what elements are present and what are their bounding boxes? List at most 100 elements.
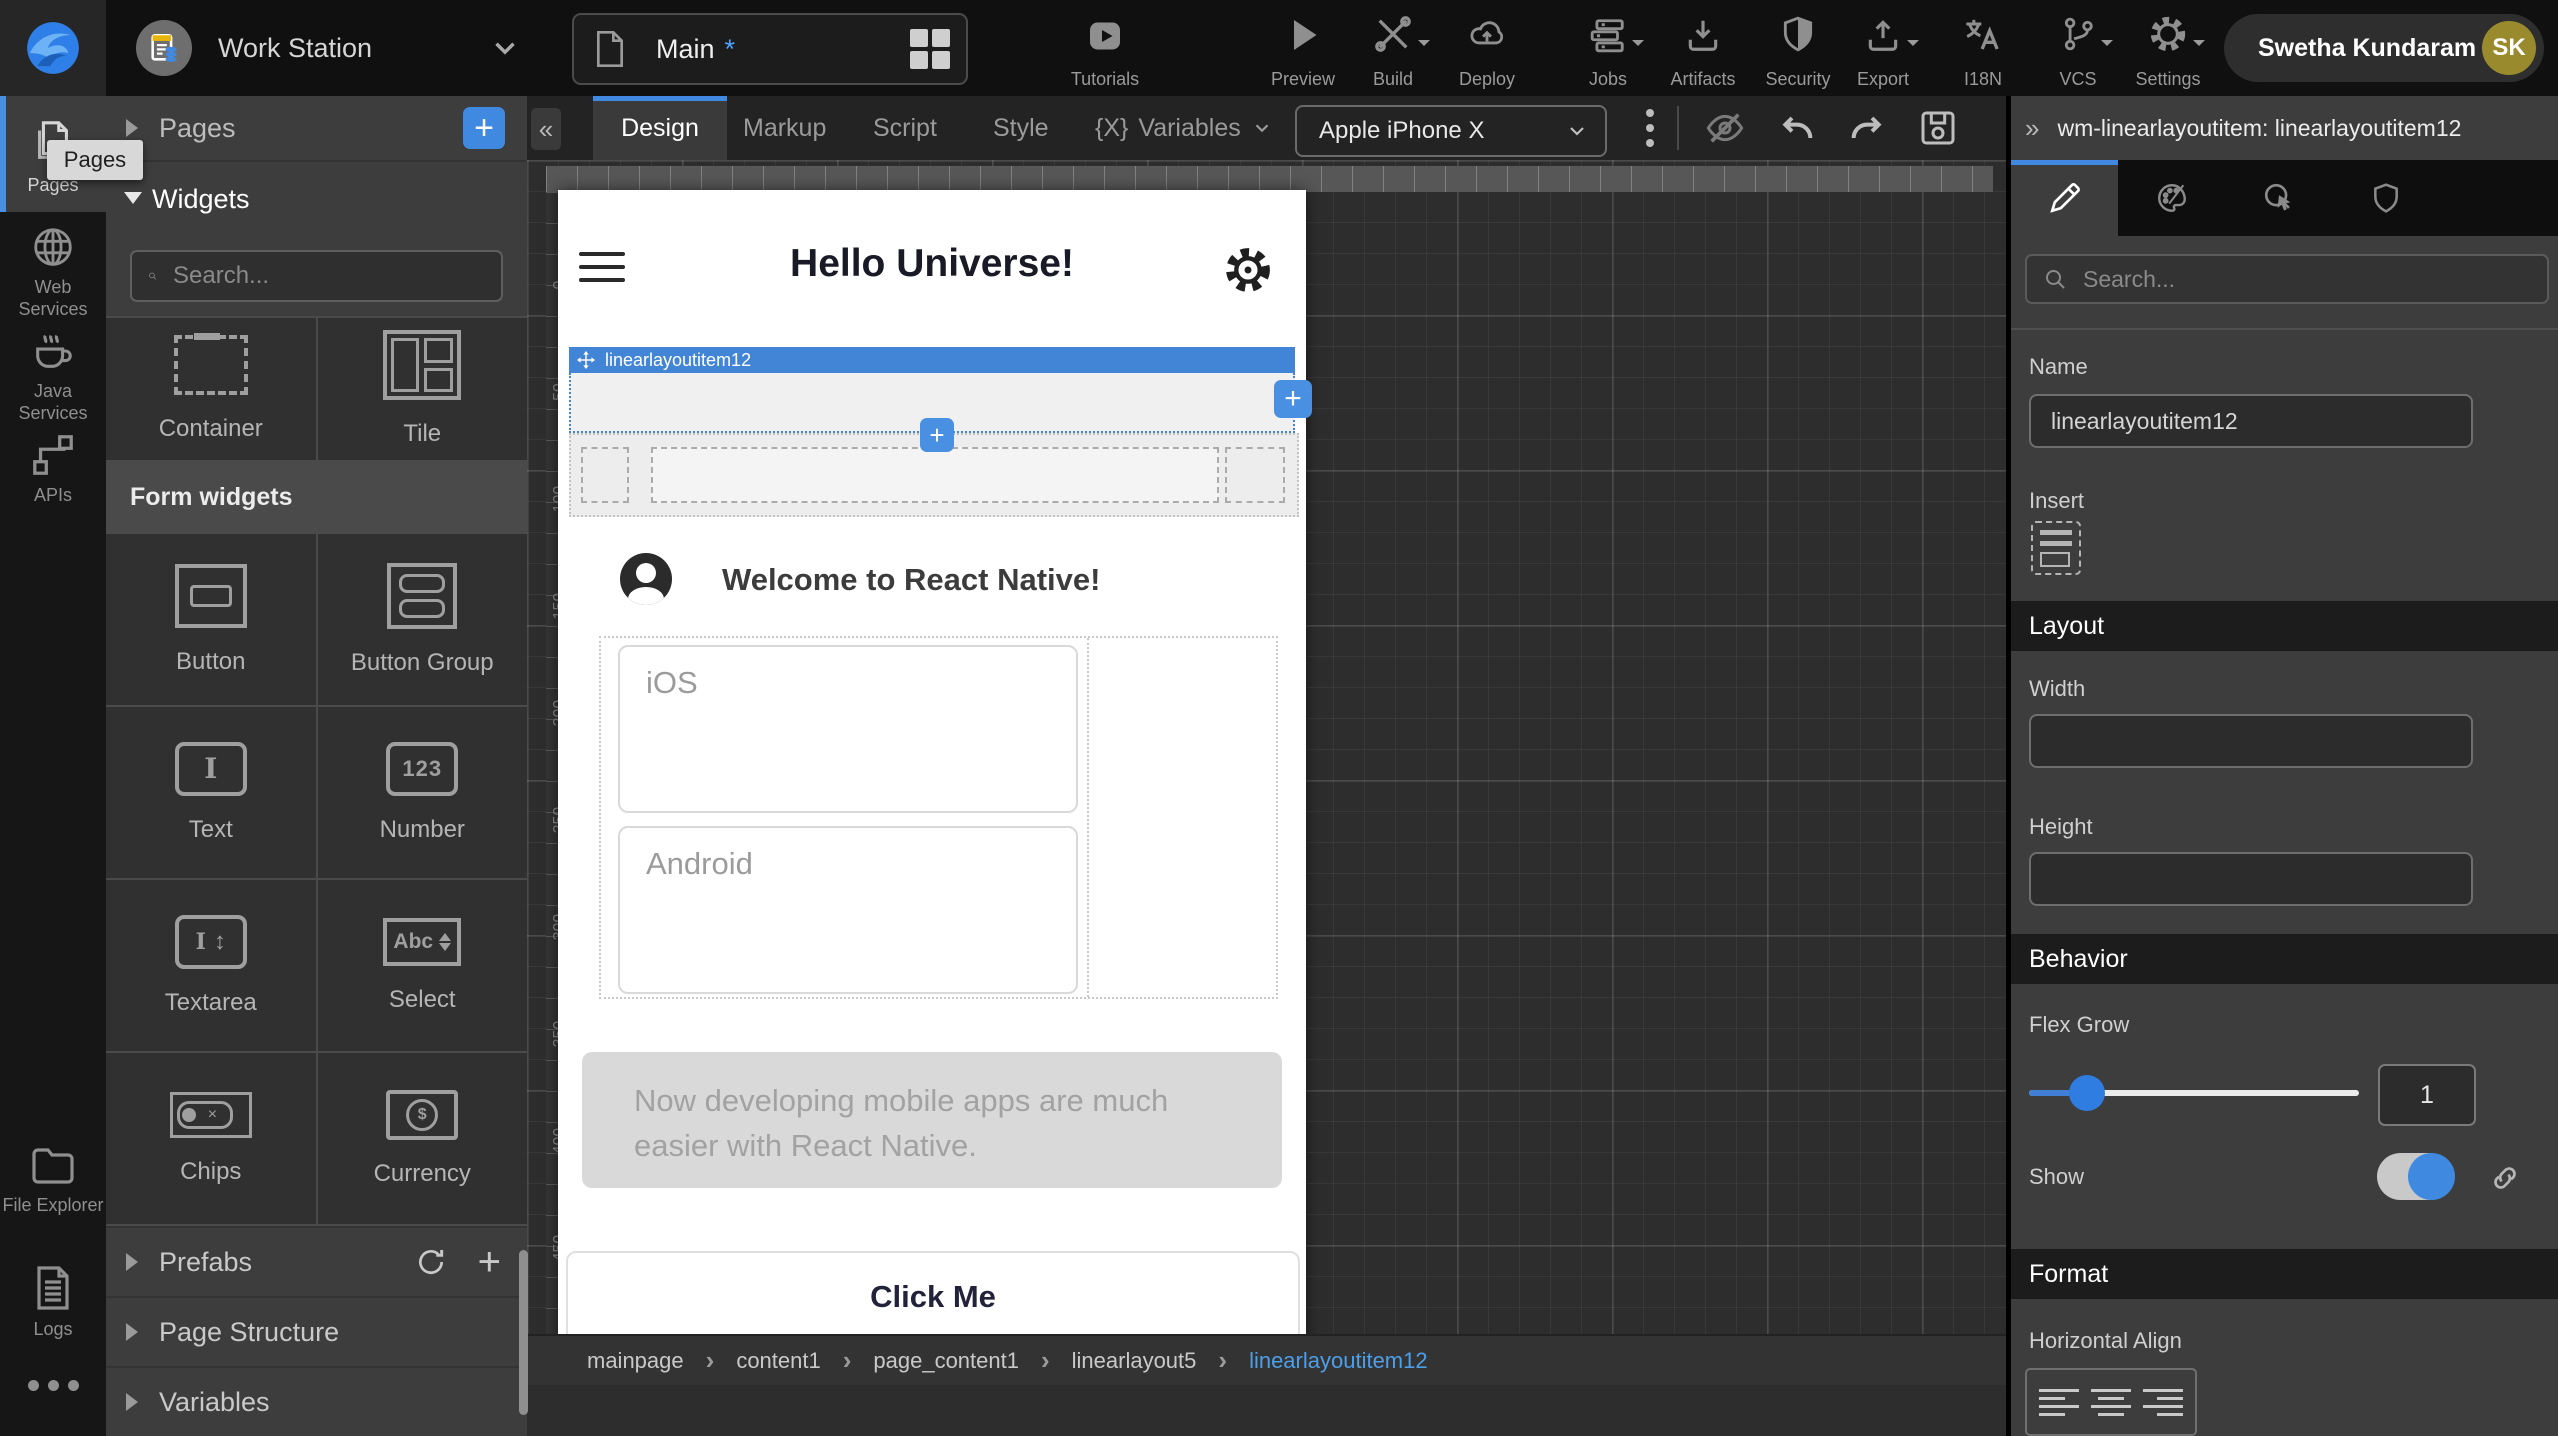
tab-style[interactable]: Style xyxy=(985,96,1057,160)
insert-linearlayout-button[interactable] xyxy=(2031,521,2081,575)
move-icon[interactable] xyxy=(577,351,595,369)
widget-text[interactable]: I Text xyxy=(106,707,316,878)
layout-cell[interactable] xyxy=(651,447,1219,503)
project-name[interactable]: Work Station xyxy=(218,33,372,64)
tab-markup[interactable]: Markup xyxy=(735,96,834,160)
breadcrumb-separator: › xyxy=(843,1345,852,1376)
layout-section-header[interactable]: Layout xyxy=(2011,601,2558,651)
user-avatar-icon xyxy=(620,553,672,605)
tab-variables[interactable]: {X} Variables xyxy=(1087,96,1281,160)
breadcrumb-item-active[interactable]: linearlayoutitem12 xyxy=(1249,1348,1428,1374)
expand-panel-button[interactable]: » xyxy=(2025,113,2039,144)
tab-script[interactable]: Script xyxy=(865,96,945,160)
coffee-icon xyxy=(30,328,76,374)
device-selector[interactable]: Apple iPhone X xyxy=(1295,105,1607,157)
format-section-header[interactable]: Format xyxy=(2011,1249,2558,1299)
width-field[interactable] xyxy=(2029,714,2473,768)
dashboard-grid-icon[interactable] xyxy=(910,29,950,69)
app-gear-icon[interactable] xyxy=(1222,244,1274,296)
widget-button[interactable]: Button xyxy=(106,534,316,705)
settings-button[interactable]: Settings xyxy=(2113,10,2223,90)
hide-widgets-icon[interactable] xyxy=(1703,108,1747,148)
more-actions-button[interactable] xyxy=(1635,108,1665,148)
variables-prefix: {X} xyxy=(1095,114,1128,143)
selection-header[interactable]: linearlayoutitem12 xyxy=(569,347,1295,373)
i18n-button[interactable]: I18N xyxy=(1928,10,2038,90)
add-widget-below-button[interactable]: + xyxy=(920,418,954,452)
redo-icon[interactable] xyxy=(1845,108,1889,148)
property-search[interactable] xyxy=(2025,254,2549,304)
breadcrumb-item[interactable]: content1 xyxy=(736,1348,820,1374)
layout-cell[interactable] xyxy=(581,447,629,503)
breadcrumb-item[interactable]: mainpage xyxy=(587,1348,684,1374)
tab-security[interactable] xyxy=(2332,160,2439,236)
widget-textarea[interactable]: I↕ Textarea xyxy=(106,880,316,1051)
left-rail: Pages Web Services Java Services APIs Fi… xyxy=(0,96,106,1436)
more-options-button[interactable] xyxy=(0,1380,106,1391)
pages-section-header[interactable]: Pages + xyxy=(106,96,527,162)
flex-grow-slider[interactable] xyxy=(2029,1090,2359,1096)
sidebar-item-web-services[interactable]: Web Services xyxy=(0,224,106,320)
sidebar-item-java-services[interactable]: Java Services xyxy=(0,328,106,424)
add-page-button[interactable]: + xyxy=(463,107,505,149)
align-left-button[interactable] xyxy=(2039,1389,2079,1416)
add-prefab-button[interactable]: + xyxy=(478,1242,501,1282)
top-bar: Work Station Main * Tutorials Preview Bu… xyxy=(0,0,2558,96)
deploy-button[interactable]: Deploy xyxy=(1432,10,1542,90)
widget-search-input[interactable] xyxy=(171,261,485,291)
widget-search[interactable] xyxy=(130,250,503,302)
logs-icon xyxy=(31,1264,75,1312)
user-menu[interactable]: Swetha Kundaram SK xyxy=(2224,14,2544,82)
property-search-input[interactable] xyxy=(2081,265,2531,294)
panel-scrollbar[interactable] xyxy=(519,1250,528,1415)
align-right-button[interactable] xyxy=(2143,1389,2183,1416)
sidebar-item-apis[interactable]: APIs xyxy=(0,432,106,506)
widget-chips[interactable]: × Chips xyxy=(106,1053,316,1224)
artifacts-button[interactable]: Artifacts xyxy=(1648,10,1758,90)
widgets-section-header[interactable]: Widgets xyxy=(106,162,527,236)
tab-inspect[interactable] xyxy=(2225,160,2332,236)
layout-cell[interactable] xyxy=(1225,447,1285,503)
widget-number[interactable]: 123 Number xyxy=(318,707,528,878)
tutorials-button[interactable]: Tutorials xyxy=(1050,10,1160,90)
tab-properties[interactable] xyxy=(2011,160,2118,236)
widget-select[interactable]: Abc Select xyxy=(318,880,528,1051)
widget-currency[interactable]: $ Currency xyxy=(318,1053,528,1224)
open-page-tab[interactable]: Main * xyxy=(572,13,968,85)
jobs-button[interactable]: Jobs xyxy=(1553,10,1663,90)
slider-thumb[interactable] xyxy=(2069,1075,2105,1111)
variables-section-header[interactable]: Variables xyxy=(106,1366,527,1436)
align-center-button[interactable] xyxy=(2091,1389,2131,1416)
widget-button-group[interactable]: Button Group xyxy=(318,534,528,705)
ios-box[interactable]: iOS xyxy=(618,645,1078,813)
widget-tile[interactable]: Tile xyxy=(318,318,528,460)
sidebar-item-logs[interactable]: Logs xyxy=(0,1264,106,1340)
height-field[interactable] xyxy=(2029,852,2473,906)
name-field[interactable] xyxy=(2029,394,2473,448)
add-widget-right-button[interactable]: + xyxy=(1274,380,1312,418)
wavemaker-logo[interactable] xyxy=(0,0,106,96)
bind-link-icon[interactable] xyxy=(2489,1162,2521,1194)
save-icon[interactable] xyxy=(1917,108,1959,148)
tab-design[interactable]: Design xyxy=(593,96,727,160)
breadcrumb-item[interactable]: page_content1 xyxy=(873,1348,1019,1374)
collapse-left-panel-button[interactable]: « xyxy=(531,108,561,150)
project-chevron-down-icon[interactable] xyxy=(488,31,522,65)
breadcrumb-item[interactable]: linearlayout5 xyxy=(1072,1348,1197,1374)
export-button[interactable]: Export xyxy=(1828,10,1938,90)
note-text: Now developing mobile apps are much easi… xyxy=(634,1078,1214,1168)
platform-container[interactable]: iOS Android xyxy=(599,636,1278,999)
flex-grow-value[interactable]: 1 xyxy=(2378,1064,2476,1126)
page-structure-section-header[interactable]: Page Structure xyxy=(106,1296,527,1366)
android-box[interactable]: Android xyxy=(618,826,1078,994)
click-me-button[interactable]: Click Me xyxy=(566,1251,1300,1342)
behavior-section-header[interactable]: Behavior xyxy=(2011,934,2558,984)
refresh-icon[interactable] xyxy=(415,1246,447,1278)
widget-container[interactable]: Container xyxy=(106,318,316,460)
tab-styles[interactable] xyxy=(2118,160,2225,236)
sidebar-item-file-explorer[interactable]: File Explorer xyxy=(0,1144,106,1216)
gear-icon xyxy=(2147,10,2189,54)
undo-icon[interactable] xyxy=(1775,108,1819,148)
prefabs-section-header[interactable]: Prefabs + xyxy=(106,1226,527,1296)
show-toggle[interactable] xyxy=(2377,1153,2453,1200)
